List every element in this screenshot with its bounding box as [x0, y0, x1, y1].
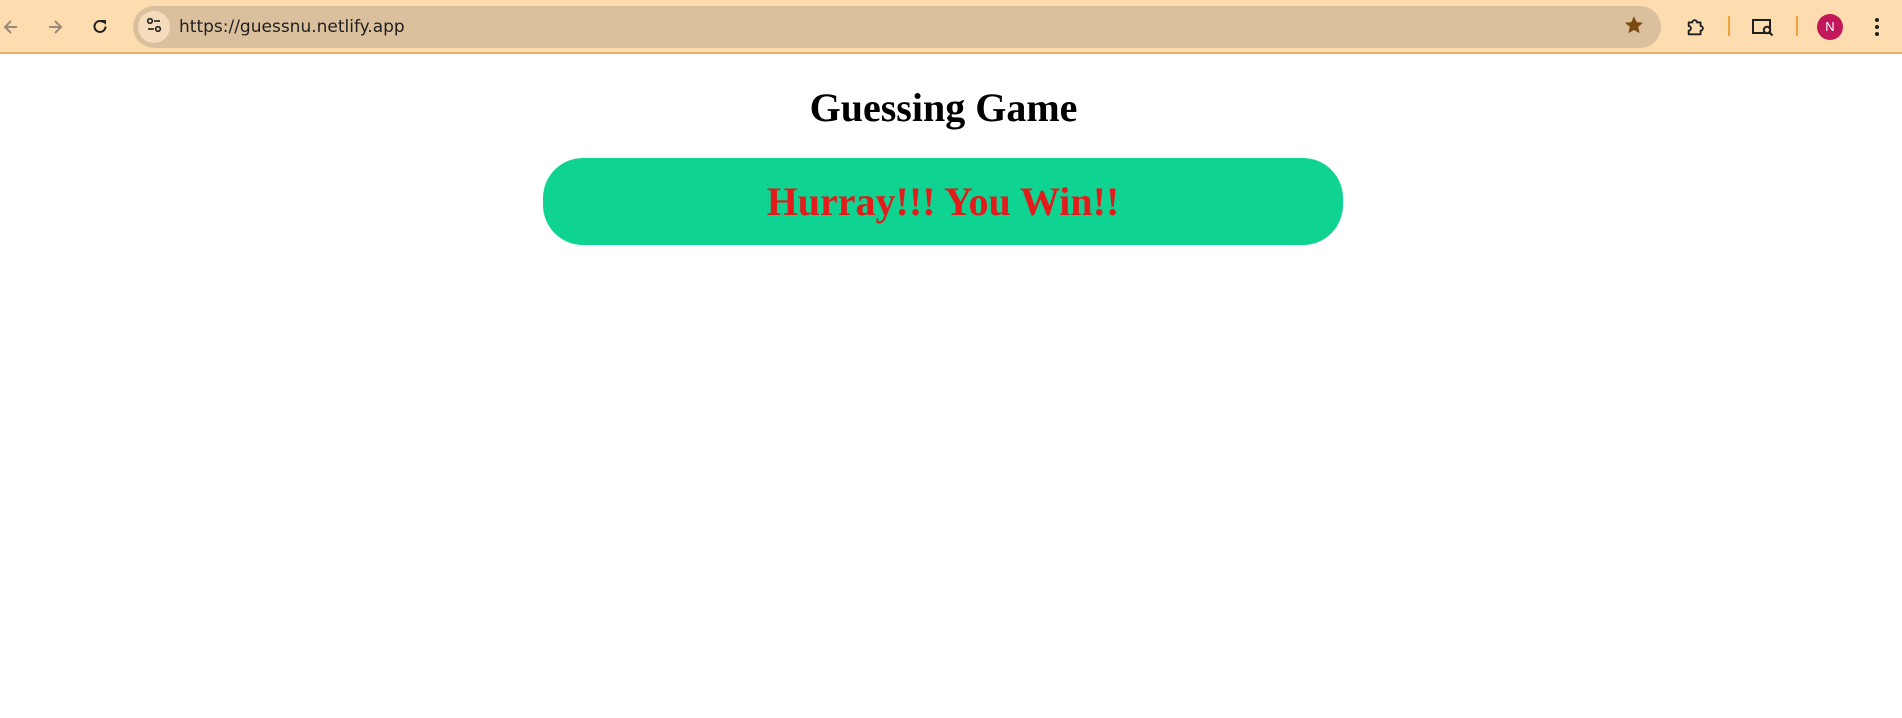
arrow-left-icon: [1, 17, 21, 37]
reload-button[interactable]: [82, 9, 118, 45]
bookmark-button[interactable]: [1619, 12, 1649, 42]
browser-menu-button[interactable]: [1859, 9, 1895, 45]
search-tabs-icon: [1751, 16, 1775, 38]
arrow-right-icon: [45, 17, 65, 37]
reload-icon: [90, 17, 110, 37]
page-content: Guessing Game Hurray!!! You Win!!: [0, 56, 1902, 718]
toolbar-divider: [1728, 16, 1730, 36]
browser-toolbar: https://guessnu.netlify.app N: [0, 0, 1902, 54]
profile-avatar[interactable]: N: [1817, 14, 1843, 40]
address-bar[interactable]: https://guessnu.netlify.app: [133, 6, 1661, 48]
site-settings-icon: [145, 16, 163, 39]
star-icon: [1623, 14, 1645, 41]
page-title: Guessing Game: [809, 85, 1078, 130]
puzzle-icon: [1685, 16, 1707, 38]
result-banner: Hurray!!! You Win!!: [543, 158, 1343, 245]
toolbar-divider: [1796, 16, 1798, 36]
forward-button[interactable]: [37, 9, 73, 45]
extensions-button[interactable]: [1678, 9, 1714, 45]
result-message: Hurray!!! You Win!!: [766, 179, 1120, 224]
site-info-button[interactable]: [138, 11, 170, 43]
back-button[interactable]: [0, 9, 29, 45]
kebab-menu-icon: [1874, 17, 1880, 37]
tab-search-button[interactable]: [1745, 9, 1781, 45]
url-text[interactable]: https://guessnu.netlify.app: [179, 6, 405, 48]
